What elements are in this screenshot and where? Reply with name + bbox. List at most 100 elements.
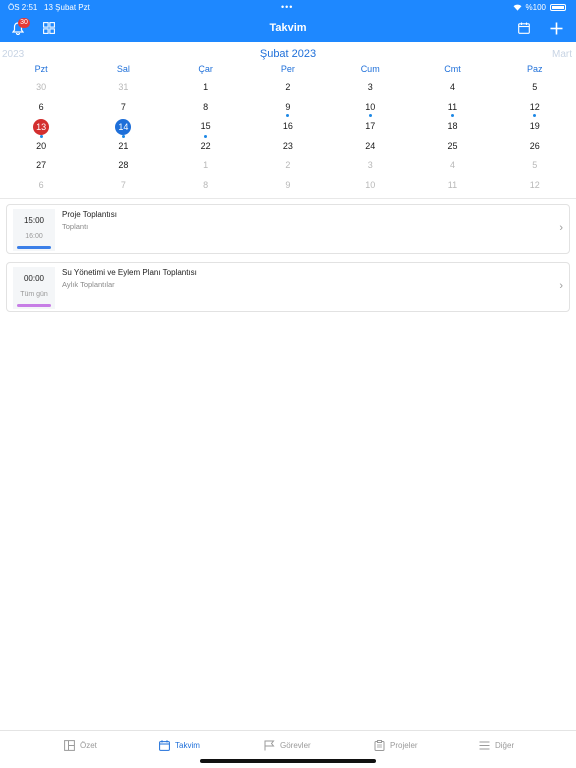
calendar-day[interactable]: 15: [165, 117, 247, 138]
weekday-label: Çar: [198, 64, 213, 74]
home-indicator: [200, 759, 376, 763]
calendar-day[interactable]: 24: [329, 137, 411, 157]
calendar-day[interactable]: 23: [247, 137, 329, 157]
calendar-day-number: 23: [282, 140, 293, 151]
calendar-day[interactable]: 9: [247, 176, 329, 196]
calendar-day[interactable]: 25: [411, 137, 493, 157]
calendar-week-row: 30 31 1 2 3 4 5: [0, 78, 576, 98]
calendar-day[interactable]: 19: [494, 117, 576, 138]
calendar-day[interactable]: 11: [411, 176, 493, 196]
event-end-time: 16:00: [25, 233, 43, 240]
calendar-day-number: 27: [36, 160, 47, 170]
calendar-day-number: 15: [200, 121, 211, 131]
next-month-label[interactable]: Mart: [552, 49, 572, 60]
calendar-week-row: 27 28 1 2 3 4 5: [0, 156, 576, 176]
calendar-day[interactable]: 18: [411, 117, 493, 138]
multitask-dots-icon[interactable]: •••: [281, 2, 293, 12]
calendar-today-icon[interactable]: [515, 19, 533, 37]
calendar-week-row: 20 21 22 23 24 25 26: [0, 137, 576, 157]
calendar-day-number: 12: [529, 179, 540, 190]
calendar-day[interactable]: 11: [411, 98, 493, 117]
event-start-time: 00:00: [23, 274, 45, 283]
calendar-day[interactable]: 27: [0, 156, 82, 176]
summary-icon: [64, 740, 75, 751]
calendar-day[interactable]: 3: [329, 78, 411, 98]
calendar-day[interactable]: 30: [0, 78, 82, 98]
calendar-day[interactable]: 16: [247, 117, 329, 138]
calendar-day[interactable]: 7: [82, 176, 164, 196]
event-color-bar: [17, 304, 51, 307]
event-category: Aylık Toplantılar: [62, 280, 115, 289]
calendar-day[interactable]: 5: [494, 156, 576, 176]
calendar-week-row: 13 14 15 16 17 18 19: [0, 117, 576, 138]
calendar-day[interactable]: 14: [82, 117, 164, 138]
event-time-box: 00:00 Tüm gün: [13, 267, 55, 309]
tab-tasks-label: Görevler: [280, 741, 311, 750]
calendar-day[interactable]: 1: [165, 78, 247, 98]
calendar-day[interactable]: 2: [247, 78, 329, 98]
calendar-day-number: 4: [449, 160, 455, 170]
calendar-day[interactable]: 6: [0, 176, 82, 196]
weekday-label: Per: [280, 64, 295, 74]
calendar-day-number: 11: [447, 179, 458, 190]
calendar-day-number: 26: [529, 140, 540, 151]
battery-icon: [550, 4, 566, 11]
calendar-day[interactable]: 3: [329, 156, 411, 176]
weekday-label: Cmt: [444, 64, 461, 74]
calendar-week-row: 6 7 8 9 10 11 12: [0, 176, 576, 196]
calendar-day-number: 3: [367, 160, 373, 170]
calendar-day-number: 10: [365, 101, 376, 112]
tab-more[interactable]: Diğer: [479, 740, 514, 751]
month-header: 2023 Şubat 2023 Mart: [0, 46, 576, 62]
calendar-day[interactable]: 6: [0, 98, 82, 118]
tab-calendar-label: Takvim: [175, 741, 200, 750]
event-category: Toplantı: [62, 222, 89, 231]
calendar-day[interactable]: 5: [494, 78, 576, 98]
calendar-day[interactable]: 22: [165, 137, 247, 157]
clipboard-icon: [374, 740, 385, 751]
calendar-day[interactable]: 10: [329, 98, 411, 117]
calendar-day[interactable]: 12: [494, 176, 576, 196]
calendar-day-number: 2: [285, 160, 291, 170]
calendar-day-number: 9: [285, 101, 291, 112]
calendar-day[interactable]: 31: [82, 78, 164, 98]
event-card[interactable]: 00:00 Tüm gün Su Yönetimi ve Eylem Planı…: [6, 262, 570, 312]
calendar-day-number: 7: [120, 101, 126, 112]
calendar-day[interactable]: 1: [165, 156, 247, 176]
calendar-day-number: 31: [118, 82, 129, 92]
status-date: 13 Şubat Pzt: [44, 3, 90, 12]
calendar-day[interactable]: 7: [82, 98, 164, 118]
calendar-day[interactable]: 8: [165, 176, 247, 196]
calendar-day-number: 14: [115, 119, 132, 135]
calendar-day-number: 16: [282, 121, 293, 131]
calendar-day[interactable]: 12: [494, 98, 576, 117]
calendar-day[interactable]: 4: [411, 156, 493, 176]
event-card[interactable]: 15:00 16:00 Proje Toplantısı Toplantı ›: [6, 204, 570, 254]
calendar-day[interactable]: 21: [82, 137, 164, 157]
event-start-time: 15:00: [23, 216, 45, 225]
calendar-day-number: 2: [285, 82, 291, 92]
calendar-day-number: 6: [38, 179, 44, 190]
calendar-day[interactable]: 2: [247, 156, 329, 176]
wifi-icon: [513, 4, 521, 11]
weekday-header: Pzt Sal Çar Per Cum Cmt Paz: [0, 64, 576, 78]
calendar-day[interactable]: 8: [165, 98, 247, 118]
calendar-day[interactable]: 28: [82, 156, 164, 176]
calendar-day[interactable]: 13: [0, 117, 82, 138]
tab-tasks[interactable]: Görevler: [264, 740, 311, 751]
tab-summary[interactable]: Özet: [64, 740, 97, 751]
calendar-day-number: 21: [118, 140, 129, 151]
calendar-day-number: 7: [120, 179, 126, 190]
add-icon[interactable]: [547, 19, 565, 37]
event-time-box: 15:00 16:00: [13, 209, 55, 251]
calendar-day[interactable]: 9: [247, 98, 329, 117]
calendar-day[interactable]: 10: [329, 176, 411, 196]
calendar-day[interactable]: 20: [0, 137, 82, 157]
calendar-day[interactable]: 26: [494, 137, 576, 157]
calendar-day[interactable]: 4: [411, 78, 493, 98]
tab-projects[interactable]: Projeler: [374, 740, 418, 751]
chevron-right-icon: ›: [559, 280, 563, 292]
tab-calendar[interactable]: Takvim: [159, 740, 200, 751]
calendar-day[interactable]: 17: [329, 117, 411, 138]
calendar-day-number: 18: [447, 121, 458, 131]
